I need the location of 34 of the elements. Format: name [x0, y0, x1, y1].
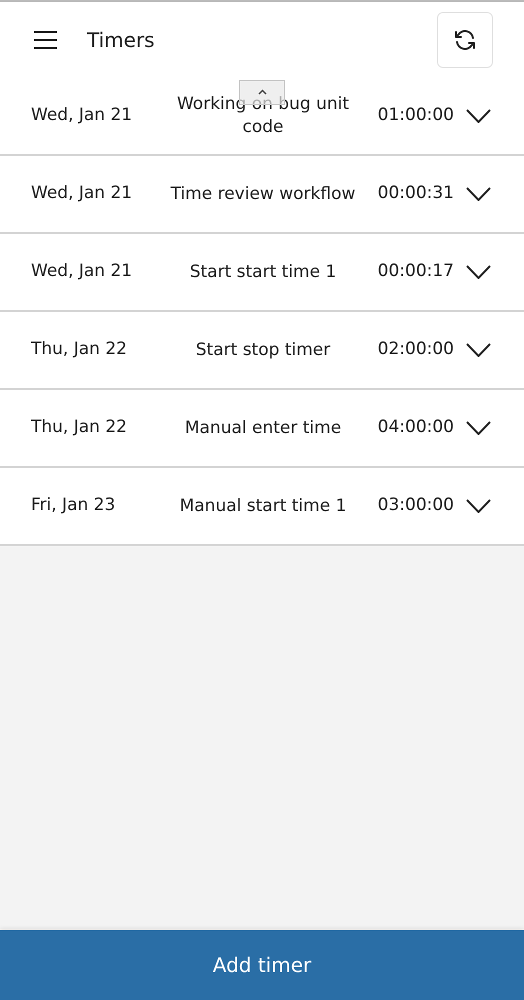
page-title: Timers [87, 27, 155, 54]
chevron-down-icon[interactable] [466, 187, 491, 201]
timer-duration: 04:00:00 [378, 416, 454, 440]
timer-date: Thu, Jan 22 [31, 416, 128, 440]
timer-title: Start start time 1 [188, 260, 338, 284]
menu-icon[interactable] [33, 31, 58, 49]
timer-duration: 01:00:00 [378, 104, 454, 128]
timer-duration: 03:00:00 [378, 494, 454, 518]
timer-duration: 02:00:00 [378, 338, 454, 362]
timer-row[interactable]: Thu, Jan 22 Start stop timer 02:00:00 [0, 312, 524, 390]
refresh-icon [453, 28, 477, 52]
timer-date: Thu, Jan 22 [31, 338, 128, 362]
chevron-down-icon[interactable] [466, 109, 491, 123]
add-timer-button[interactable]: Add timer [0, 930, 524, 1000]
timer-date: Wed, Jan 21 [31, 260, 134, 284]
timer-title: Manual enter time [184, 416, 342, 440]
timer-title: Manual start time 1 [178, 494, 348, 518]
timer-date: Wed, Jan 21 [31, 104, 134, 128]
chevron-down-icon[interactable] [466, 265, 491, 279]
chevron-down-icon[interactable] [466, 421, 491, 435]
timer-row[interactable]: Wed, Jan 21 Time review workflow 00:00:31 [0, 156, 524, 234]
timer-row[interactable]: Thu, Jan 22 Manual enter time 04:00:00 [0, 390, 524, 468]
timer-date: Fri, Jan 23 [31, 494, 116, 518]
chevron-down-icon[interactable] [466, 499, 491, 513]
timer-title: Start stop timer [194, 338, 332, 362]
timer-duration: 00:00:17 [378, 260, 454, 284]
timer-title: Time review workflow [170, 182, 356, 206]
timer-row[interactable]: Wed, Jan 21 Start start time 1 00:00:17 [0, 234, 524, 312]
chevron-down-icon[interactable] [466, 343, 491, 357]
timer-duration: 00:00:31 [378, 182, 454, 206]
refresh-button[interactable] [437, 12, 493, 68]
timer-date: Wed, Jan 21 [31, 182, 134, 206]
caret-icon [258, 89, 266, 95]
timer-row[interactable]: Fri, Jan 23 Manual start time 1 03:00:00 [0, 468, 524, 546]
